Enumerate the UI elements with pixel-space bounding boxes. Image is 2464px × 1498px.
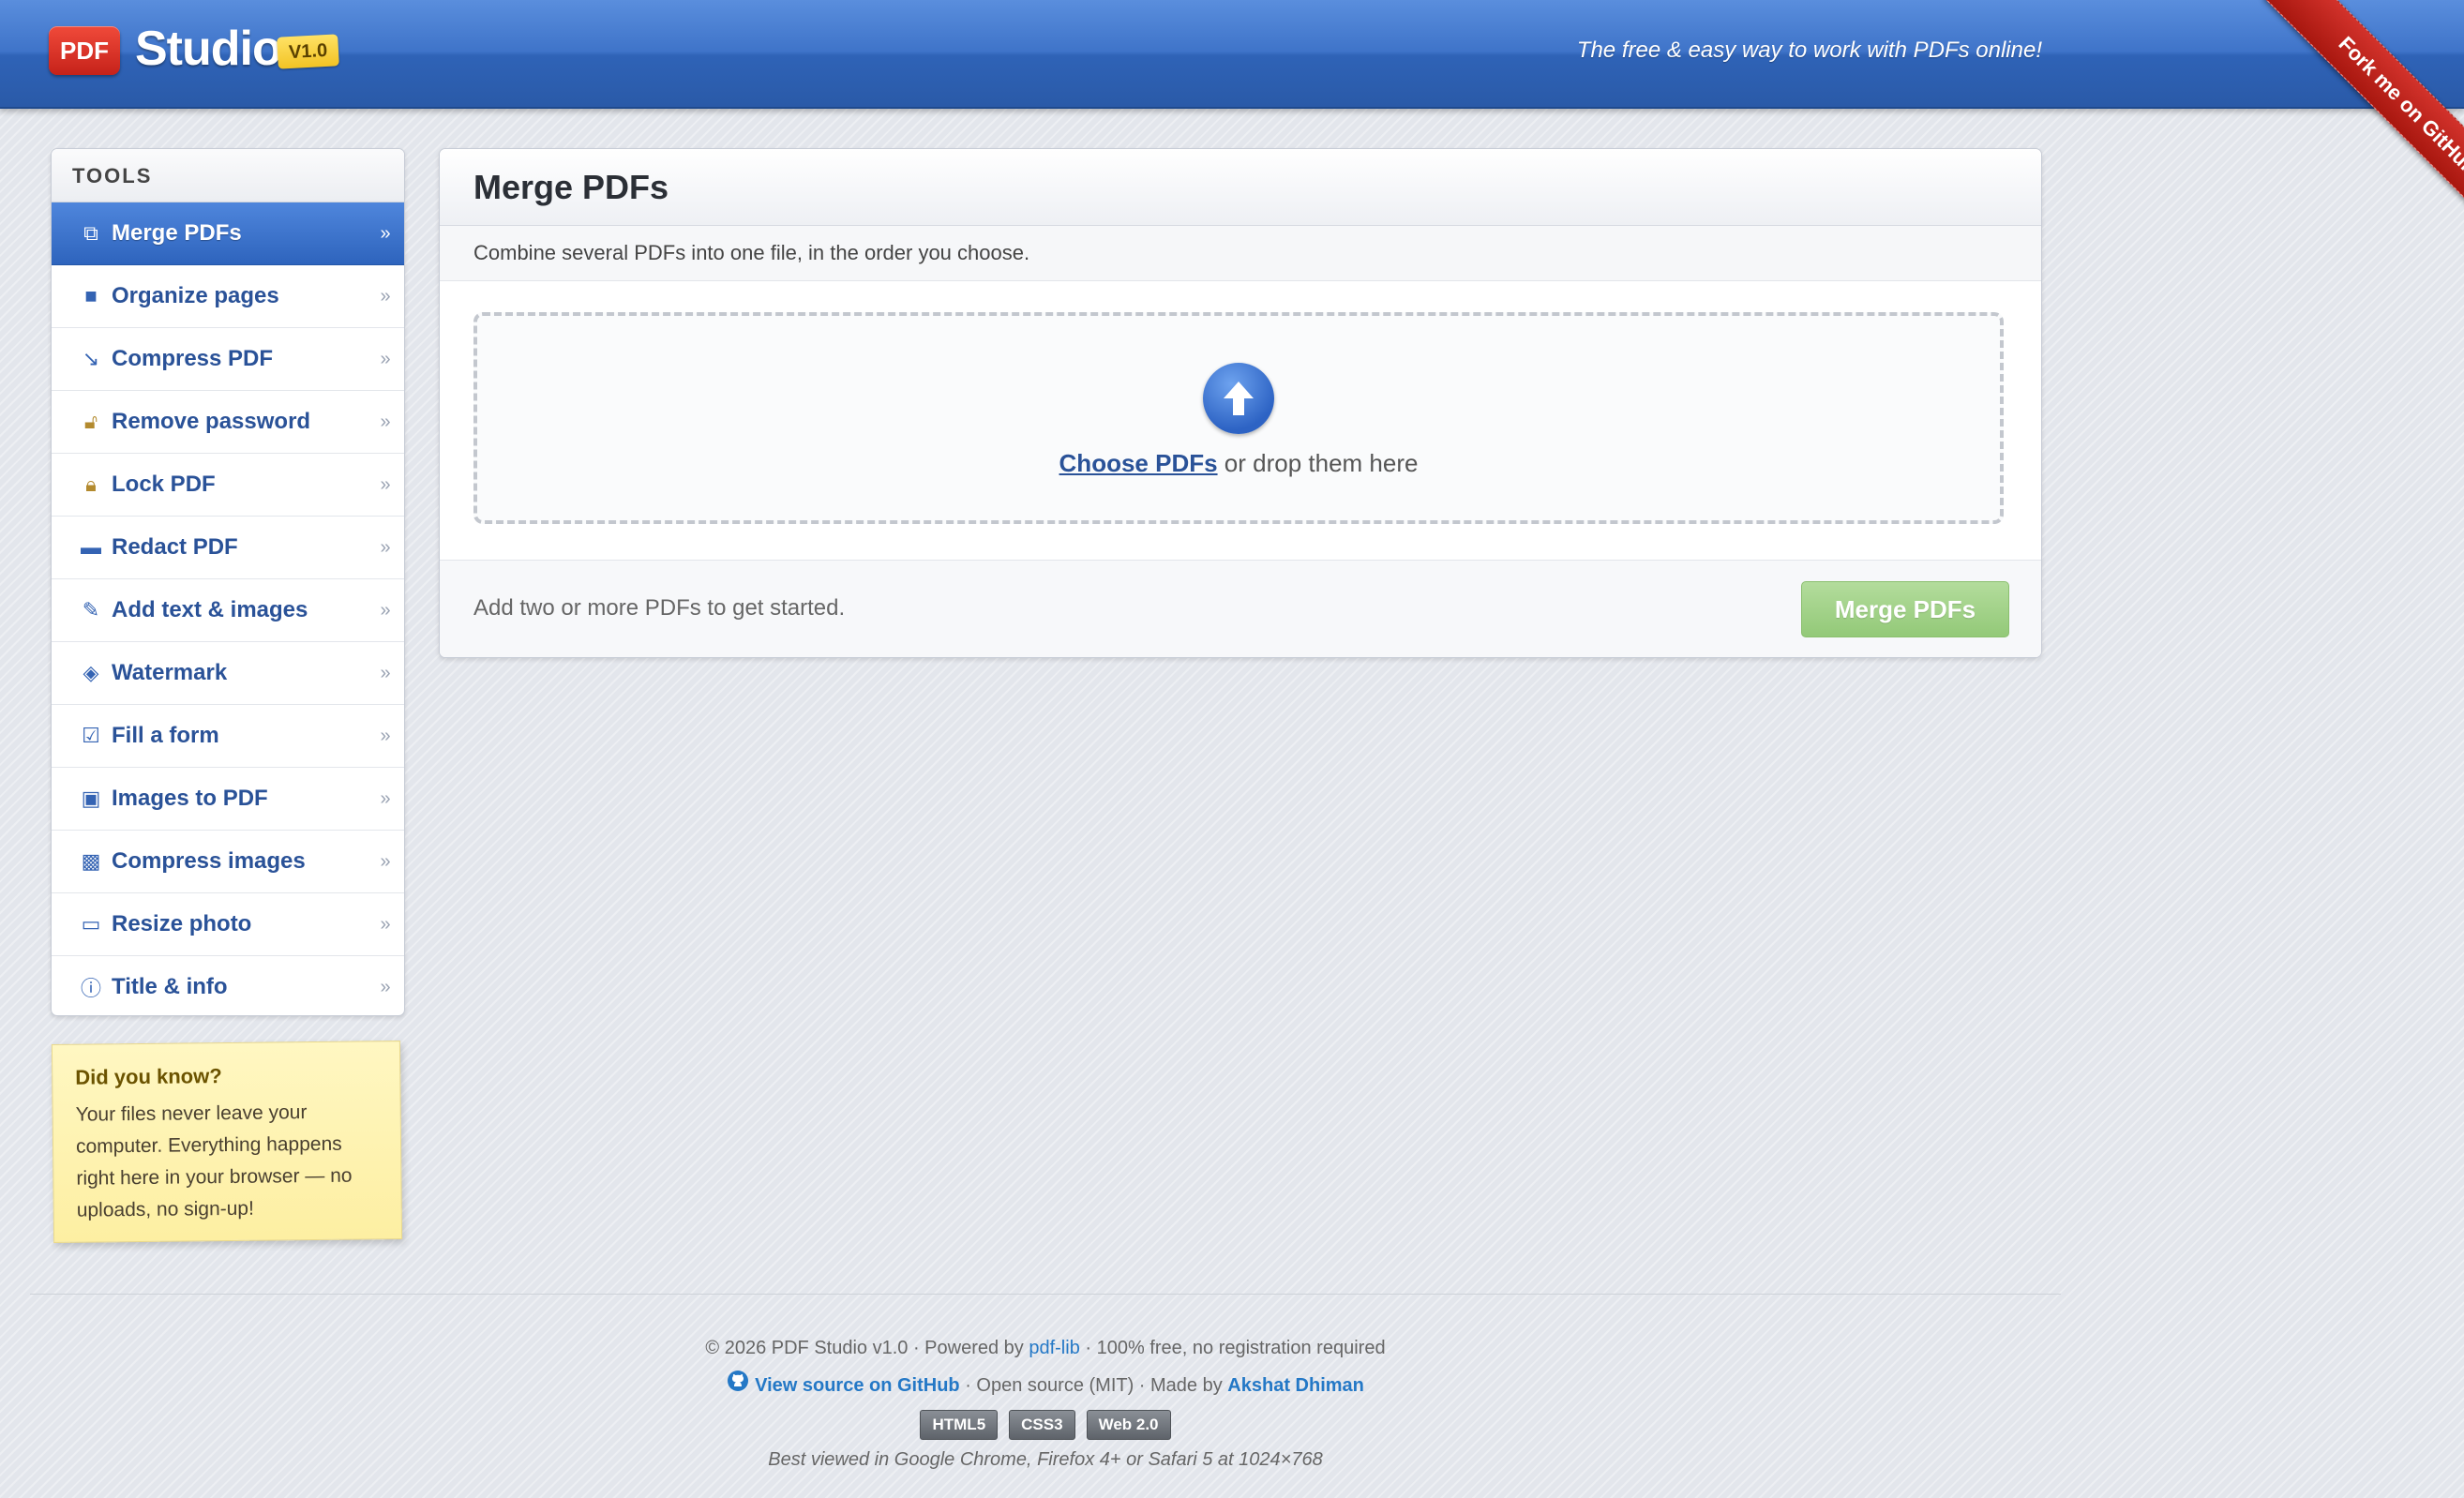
panel-header: Merge PDFs (440, 149, 2041, 226)
sidebar-item-title-info[interactable]: ⓘ Title & info » (52, 956, 404, 1015)
image-icon: ▣ (81, 786, 101, 810)
panel-footer: Add two or more PDFs to get started. Mer… (440, 560, 2041, 657)
chevron-right-icon: » (380, 850, 391, 872)
file-dropzone[interactable]: Choose PDFs or drop them here (473, 312, 2004, 524)
sidebar-item-watermark[interactable]: ◈ Watermark » (52, 642, 404, 705)
drop-hint-text: or drop them here (1217, 449, 1419, 477)
drop-instructions: Choose PDFs or drop them here (477, 449, 2000, 478)
checkbox-icon: ☑ (82, 724, 100, 747)
sidebar-item-label: Remove password (112, 409, 311, 434)
sidebar-item-merge-pdfs[interactable]: ⧉ Merge PDFs » (52, 202, 404, 265)
chevron-right-icon: » (380, 222, 391, 244)
page-footer: © 2026 PDF Studio v1.0 · Powered by pdf-… (0, 1331, 2091, 1471)
chevron-right-icon: » (380, 411, 391, 432)
merge-panel: Merge PDFs Combine several PDFs into one… (439, 148, 2042, 658)
sidebar-item-lock-pdf[interactable]: 🔒︎ Lock PDF » (52, 454, 404, 517)
note-body: Your files never leave your computer. Ev… (75, 1101, 353, 1221)
sidebar-item-label: Fill a form (112, 723, 219, 748)
sidebar-title: TOOLS (52, 149, 404, 202)
upload-arrow-icon[interactable] (1203, 363, 1274, 434)
app-header: PDF Studio V1.0 The free & easy way to w… (0, 0, 2464, 109)
sidebar-item-label: Redact PDF (112, 534, 238, 560)
version-badge: V1.0 (277, 34, 340, 69)
sidebar-item-label: Images to PDF (112, 786, 268, 811)
sidebar-item-label: Resize photo (112, 911, 252, 936)
sidebar-item-compress-images[interactable]: ▩ Compress images » (52, 831, 404, 893)
sidebar-item-label: Watermark (112, 660, 228, 685)
diamond-icon: ◈ (83, 661, 99, 684)
chevron-right-icon: » (380, 725, 391, 746)
tools-sidebar: TOOLS ⧉ Merge PDFs » ■ Organize pages » … (51, 148, 405, 1016)
organize-icon: ■ (84, 284, 98, 307)
choose-pdfs-link[interactable]: Choose PDFs (1059, 449, 1218, 477)
chevron-right-icon: » (380, 473, 391, 495)
unlock-icon: 🔓︎ (83, 410, 98, 433)
github-icon[interactable] (727, 1370, 749, 1403)
css3-badge: CSS3 (1009, 1410, 1075, 1440)
sidebar-item-compress-pdf[interactable]: ↘ Compress PDF » (52, 328, 404, 391)
chevron-right-icon: » (380, 348, 391, 369)
sidebar-item-organize-pages[interactable]: ■ Organize pages » (52, 265, 404, 328)
tech-badges: HTML5 CSS3 Web 2.0 (0, 1410, 2091, 1442)
github-ribbon-container: Fork me on GitHub (2239, 0, 2464, 225)
chevron-right-icon: » (380, 913, 391, 935)
sidebar-item-images-to-pdf[interactable]: ▣ Images to PDF » (52, 768, 404, 831)
copyright-text: © 2026 PDF Studio v1.0 · Powered by (705, 1338, 1029, 1358)
sidebar-item-fill-form[interactable]: ☑ Fill a form » (52, 705, 404, 768)
chevron-right-icon: » (380, 787, 391, 809)
logo-pdf-badge[interactable]: PDF (49, 26, 120, 75)
footer-row-2: View source on GitHub · Open source (MIT… (0, 1369, 2091, 1406)
compress-icon: ↘ (82, 347, 100, 370)
author-link[interactable]: Akshat Dhiman (1227, 1375, 1364, 1396)
logo-title[interactable]: Studio (135, 21, 282, 77)
status-hint: Add two or more PDFs to get started. (473, 595, 846, 621)
sidebar-item-label: Compress images (112, 848, 306, 874)
github-source-link[interactable]: View source on GitHub (755, 1375, 960, 1396)
tagline: The free & easy way to work with PDFs on… (1576, 37, 2042, 63)
sidebar-item-resize-photo[interactable]: ▭ Resize photo » (52, 893, 404, 956)
sidebar-item-label: Lock PDF (112, 472, 216, 497)
best-viewed-text: Best viewed in Google Chrome, Firefox 4+… (768, 1449, 1323, 1470)
footer-row-1: © 2026 PDF Studio v1.0 · Powered by pdf-… (0, 1331, 2091, 1369)
resize-icon: ▭ (81, 912, 101, 936)
sidebar-item-add-text-images[interactable]: ✎ Add text & images » (52, 579, 404, 642)
sidebar-item-label: Add text & images (112, 597, 308, 622)
pdf-lib-link[interactable]: pdf-lib (1029, 1338, 1079, 1358)
merge-pdfs-button[interactable]: Merge PDFs (1801, 581, 2009, 637)
panel-description: Combine several PDFs into one file, in t… (440, 226, 2041, 281)
fork-github-ribbon[interactable]: Fork me on GitHub (2263, 0, 2464, 225)
sidebar-item-label: Organize pages (112, 283, 279, 308)
sidebar-item-remove-password[interactable]: 🔓︎ Remove password » (52, 391, 404, 454)
info-icon: ⓘ (80, 977, 101, 1000)
sidebar-item-redact-pdf[interactable]: ▬ Redact PDF » (52, 517, 404, 579)
compress-images-icon: ▩ (81, 849, 101, 873)
free-text: · 100% free, no registration required (1079, 1338, 1386, 1358)
chevron-right-icon: » (380, 285, 391, 307)
note-title: Did you know? (75, 1064, 222, 1089)
redact-icon: ▬ (81, 535, 101, 559)
sidebar-item-label: Title & info (112, 974, 228, 999)
sidebar-item-label: Merge PDFs (112, 220, 242, 246)
sidebar-item-label: Compress PDF (112, 346, 274, 371)
did-you-know-note: Did you know? Your files never leave you… (51, 1041, 403, 1243)
chevron-right-icon: » (380, 599, 391, 621)
merge-icon: ⧉ (83, 221, 98, 245)
pencil-icon: ✎ (82, 598, 100, 622)
html5-badge: HTML5 (920, 1410, 999, 1440)
lock-icon: 🔒︎ (85, 472, 97, 496)
chevron-right-icon: » (380, 976, 391, 997)
web2-badge: Web 2.0 (1086, 1410, 1171, 1440)
chevron-right-icon: » (380, 662, 391, 683)
footer-divider (30, 1294, 2061, 1295)
chevron-right-icon: » (380, 536, 391, 558)
page-title: Merge PDFs (473, 168, 669, 206)
open-source-text: · Open source (MIT) · Made by (959, 1375, 1228, 1396)
